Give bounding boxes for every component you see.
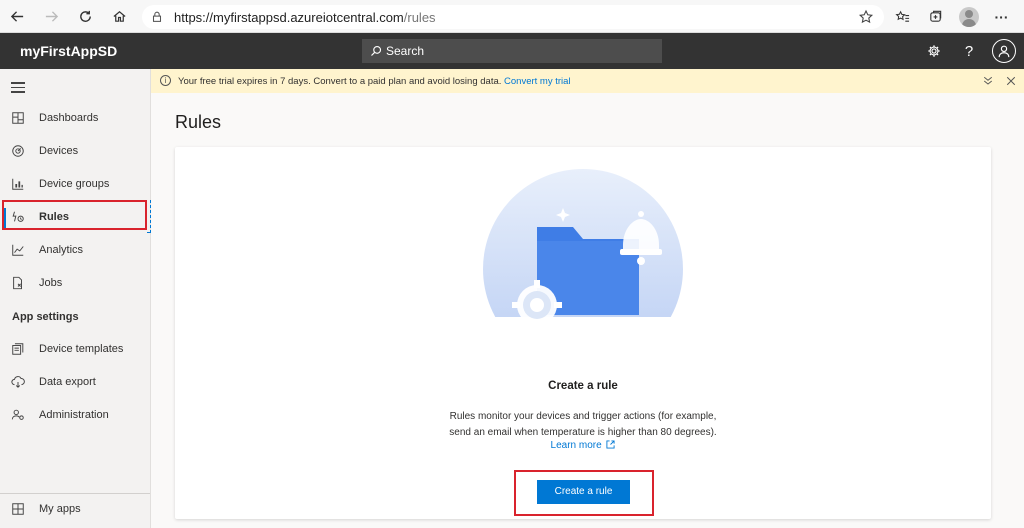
jobs-icon — [13, 276, 22, 290]
learn-more-link[interactable]: Learn more — [175, 440, 991, 451]
section-title-app-settings: App settings — [12, 311, 79, 323]
sidebar-item-label: Analytics — [39, 244, 84, 256]
help-icon[interactable]: ? — [957, 39, 981, 63]
empty-state-card: Create a rule Rules monitor your devices… — [175, 147, 991, 519]
url-path: /rules — [403, 9, 436, 25]
back-icon[interactable] — [0, 0, 34, 33]
trial-banner: i Your free trial expires in 7 days. Con… — [151, 69, 1024, 93]
banner-message: Your free trial expires in 7 days. Conve… — [178, 76, 571, 87]
hamburger-menu-icon[interactable] — [11, 82, 25, 94]
info-icon: i — [160, 75, 171, 86]
add-favorite-icon[interactable] — [858, 9, 874, 25]
highlight-box — [2, 200, 147, 230]
description-line-2: send an email when temperature is higher… — [449, 427, 717, 438]
sidebar-item-label: My apps — [39, 503, 81, 515]
dashboard-icon — [12, 112, 24, 124]
sidebar-item-label: Data export — [39, 376, 96, 388]
favorites-icon[interactable] — [886, 0, 919, 33]
app-title[interactable]: myFirstAppSD — [20, 43, 117, 59]
close-icon[interactable] — [1005, 75, 1017, 87]
sidebar-item-label: Dashboards — [39, 112, 99, 124]
sidebar-item-my-apps[interactable]: My apps — [0, 494, 150, 524]
browser-toolbar: https://myfirstappsd.azureiotcentral.com… — [0, 0, 1024, 33]
convert-trial-link[interactable]: Convert my trial — [504, 76, 571, 87]
sidebar-item-device-groups[interactable]: Device groups — [0, 169, 150, 199]
description-line-1: Rules monitor your devices and trigger a… — [449, 411, 717, 422]
app-header: myFirstAppSD Search ? — [0, 33, 1024, 69]
sidebar-item-analytics[interactable]: Analytics — [0, 235, 150, 265]
data-export-icon — [11, 376, 25, 388]
banner-text: Your free trial expires in 7 days. Conve… — [178, 76, 502, 87]
search-input[interactable]: Search — [362, 39, 662, 63]
sidebar-item-dashboards[interactable]: Dashboards — [0, 103, 150, 133]
profile-avatar — [958, 6, 979, 27]
chevron-double-down-icon[interactable] — [982, 75, 994, 87]
more-icon[interactable]: ··· — [985, 0, 1018, 33]
address-bar[interactable]: https://myfirstappsd.azureiotcentral.com… — [142, 5, 884, 29]
lock-icon — [152, 11, 162, 22]
forward-icon[interactable] — [34, 0, 68, 33]
create-rule-button[interactable]: Create a rule — [537, 480, 630, 504]
my-apps-icon — [12, 503, 24, 515]
main-content: Rules Create a rule Rules monitor your d… — [151, 93, 1024, 528]
profile-button[interactable] — [952, 0, 985, 33]
sidebar-item-label: Administration — [39, 409, 109, 421]
sidebar-item-data-export[interactable]: Data export — [0, 367, 150, 397]
sidebar-item-administration[interactable]: Administration — [0, 400, 150, 430]
sidebar-item-devices[interactable]: Devices — [0, 136, 150, 166]
device-groups-icon — [12, 178, 24, 190]
search-icon — [371, 45, 382, 56]
sidebar-item-device-templates[interactable]: Device templates — [0, 334, 150, 364]
sidebar-item-label: Device groups — [39, 178, 110, 190]
settings-gear-icon[interactable] — [922, 39, 946, 63]
url-host: https://myfirstappsd.azureiotcentral.com — [174, 9, 404, 25]
search-placeholder: Search — [386, 44, 425, 58]
sidebar-item-label: Devices — [39, 145, 79, 157]
home-icon[interactable] — [102, 0, 136, 33]
devices-icon — [12, 145, 24, 157]
empty-state-title: Create a rule — [548, 380, 618, 392]
page-title: Rules — [175, 112, 222, 132]
sidebar-item-label: Jobs — [39, 277, 63, 289]
rules-illustration — [483, 169, 683, 330]
sidebar-item-label: Device templates — [39, 343, 124, 355]
account-avatar-icon[interactable] — [992, 39, 1016, 63]
empty-state-description: Rules monitor your devices and trigger a… — [433, 409, 733, 441]
administration-icon — [11, 409, 24, 420]
sidebar: Dashboards Devices Device groups Rules A… — [0, 69, 151, 528]
device-templates-icon — [12, 343, 24, 355]
refresh-icon[interactable] — [68, 0, 102, 33]
learn-more-label: Learn more — [550, 440, 602, 451]
analytics-icon — [12, 244, 24, 256]
collections-icon[interactable] — [919, 0, 952, 33]
external-link-icon — [606, 440, 616, 449]
sidebar-item-jobs[interactable]: Jobs — [0, 268, 150, 298]
